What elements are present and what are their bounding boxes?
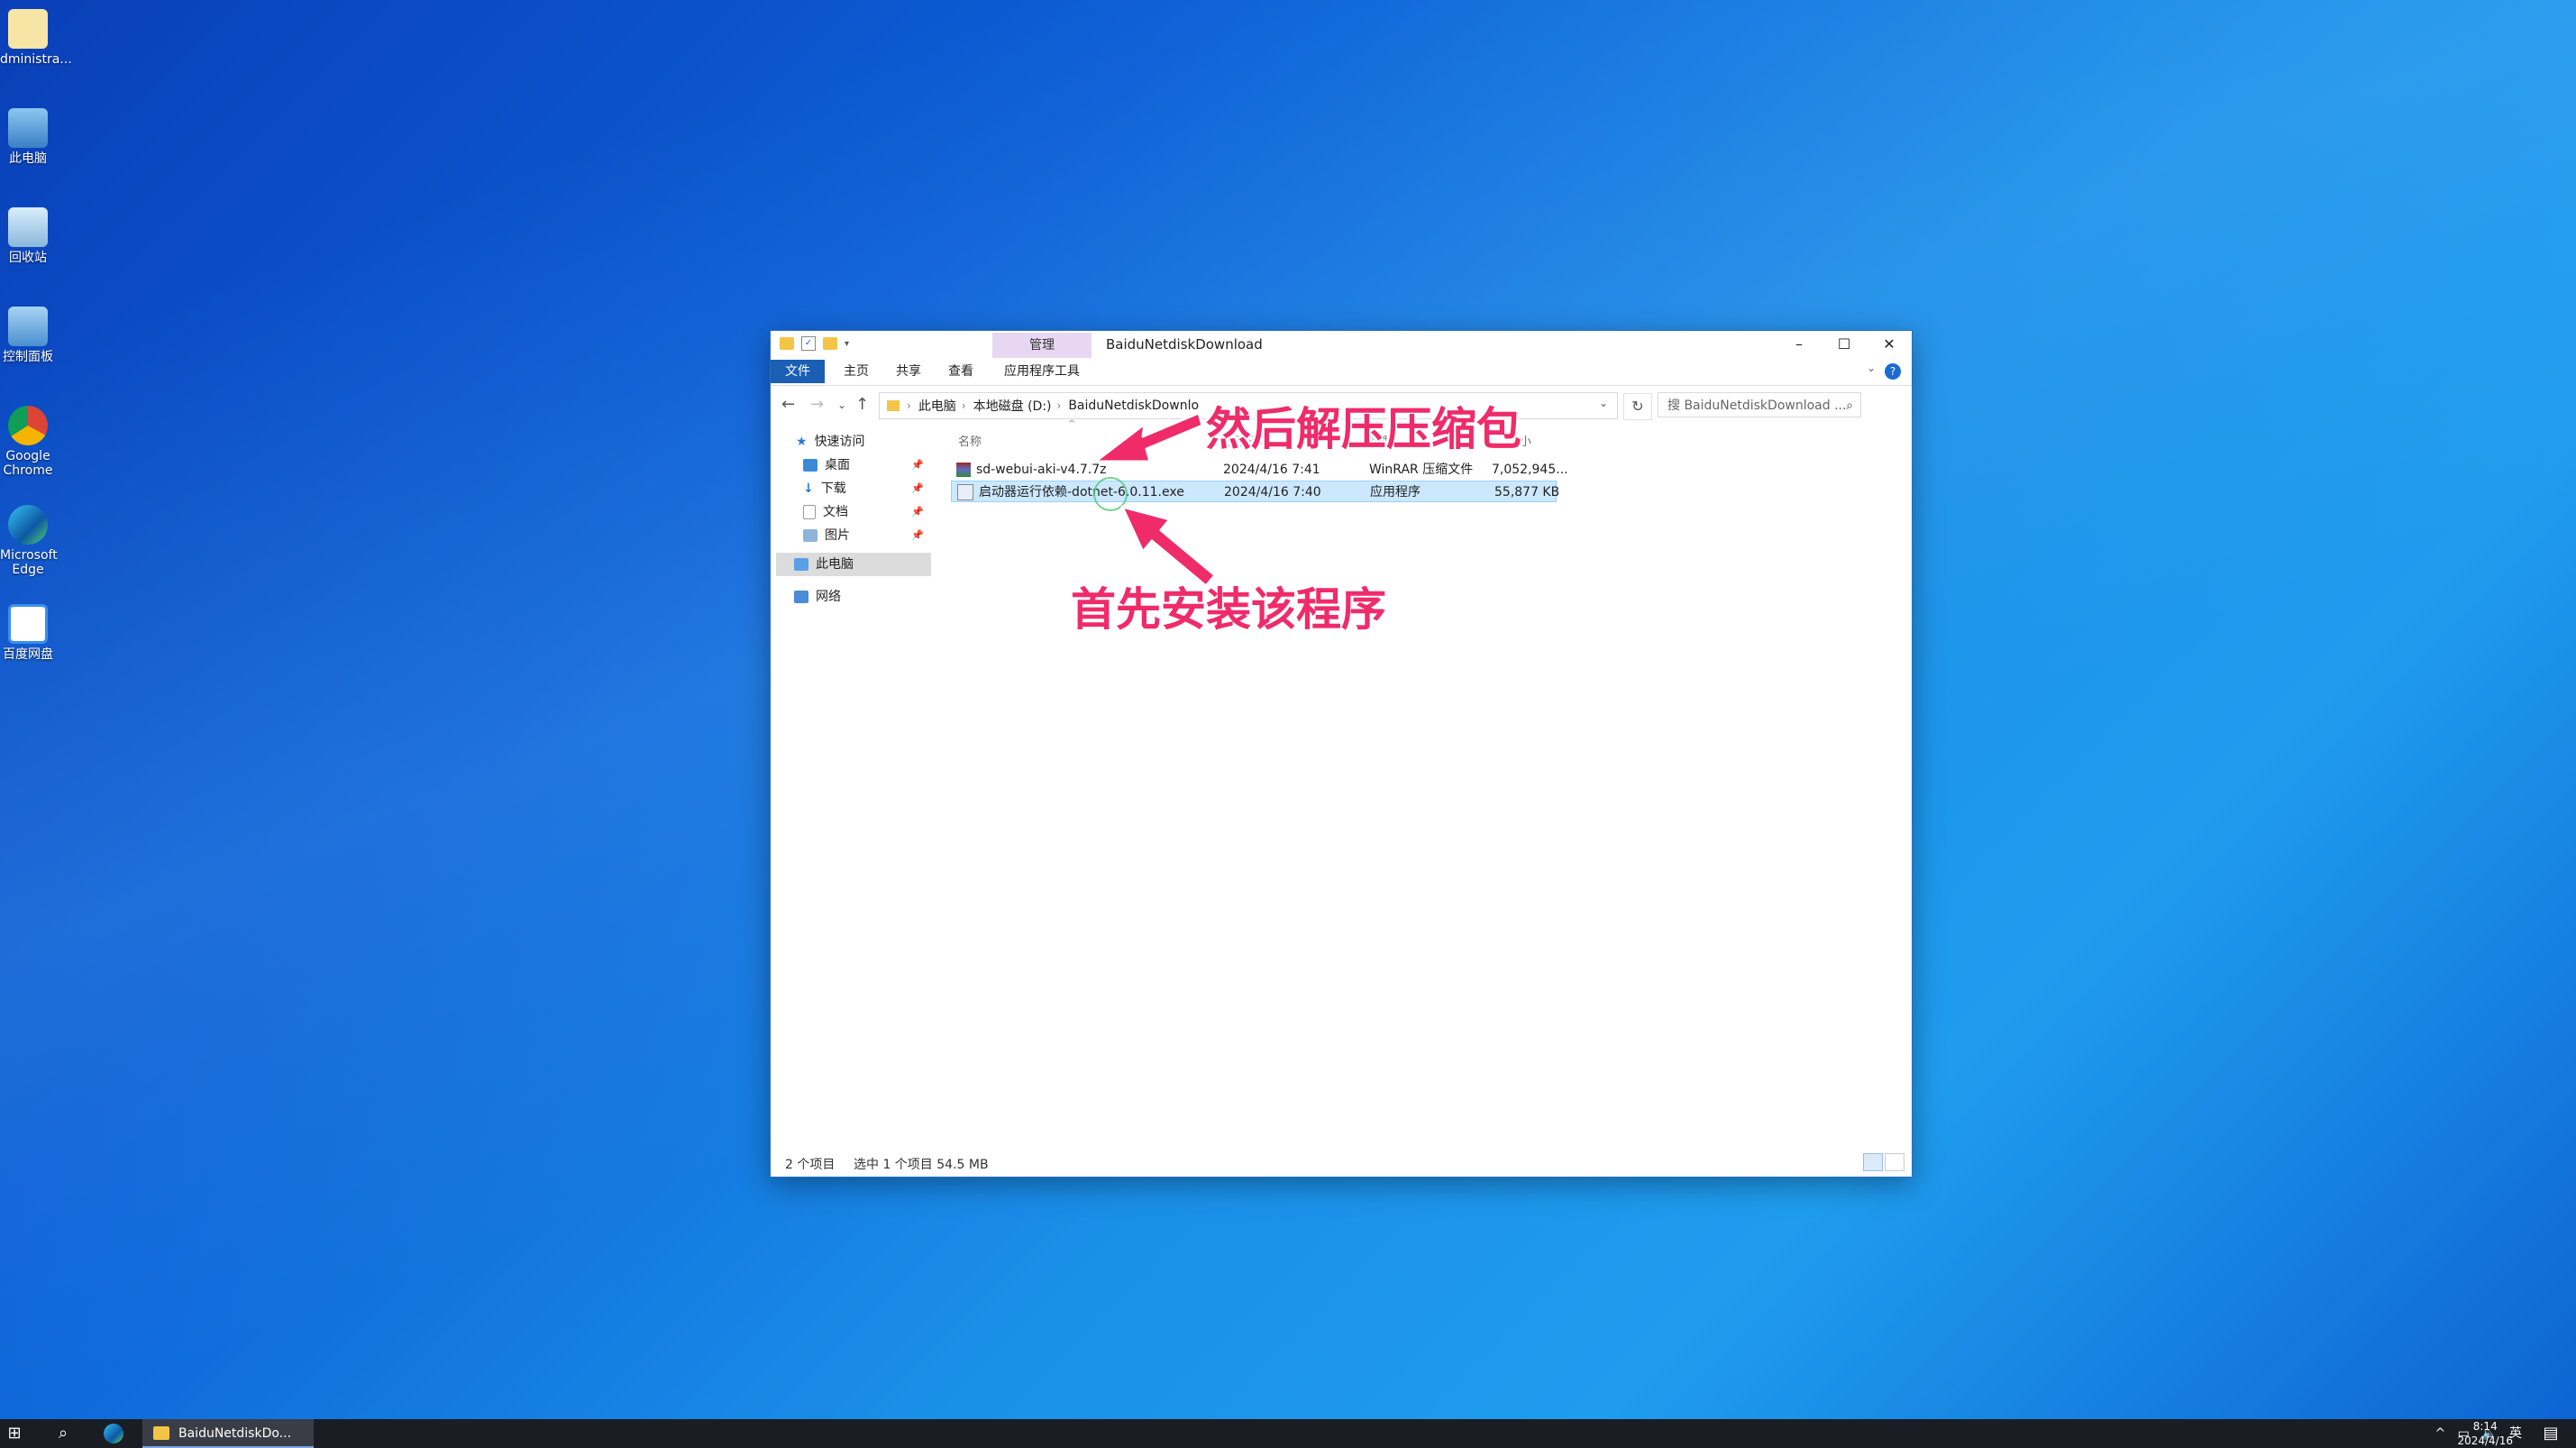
edge-icon (104, 1424, 123, 1443)
nav-documents[interactable]: 文档 📌 (803, 500, 929, 524)
folder-icon (887, 400, 900, 411)
nav-quick-access[interactable]: ★ 快速访问 (796, 430, 865, 454)
close-button[interactable]: ✕ (1867, 331, 1912, 358)
baidu-netdisk-icon (8, 604, 48, 644)
file-row[interactable]: sd-webui-aki-v4.7.7z 2024/4/16 7:41 WinR… (951, 459, 1568, 481)
chevron-right-icon: › (907, 399, 911, 412)
recycle-bin-icon (8, 207, 48, 247)
pin-icon: 📌 (911, 529, 924, 541)
control-panel-icon (8, 307, 48, 346)
tab-app-tools[interactable]: 应用程序工具 (992, 360, 1092, 383)
new-folder-icon[interactable] (823, 337, 837, 350)
help-icon[interactable]: ? (1885, 363, 1901, 380)
window-title: BaiduNetdiskDownload (1106, 336, 1263, 353)
desktop-icon-this-pc[interactable]: 此电脑 (0, 108, 56, 166)
show-hidden-icons-icon[interactable]: ^ (2435, 1426, 2446, 1441)
chevron-right-icon: › (1056, 399, 1062, 412)
large-icons-view-button[interactable] (1885, 1153, 1905, 1171)
chrome-icon (8, 406, 48, 445)
file-list: 名称 ^ 修改日期 类型 大小 sd-webui-aki-v4.7.7z 202… (942, 419, 1906, 1135)
desktop-icon-control-panel[interactable]: 控制面板 (0, 307, 56, 364)
tab-home[interactable]: 主页 (836, 360, 877, 383)
clock[interactable]: 8:14 2024/4/16 (2457, 1419, 2513, 1448)
back-arrow-icon[interactable]: ← (781, 395, 795, 414)
title-bar: ✓ ▾ 管理 BaiduNetdiskDownload – ☐ ✕ (771, 331, 1912, 358)
column-header-name[interactable]: 名称 (958, 432, 982, 449)
annotation-extract-archive: 然后解压压缩包 (1206, 403, 1521, 455)
folder-icon (780, 337, 794, 350)
pin-icon: 📌 (911, 482, 924, 494)
notification-icon[interactable]: ▤ (2533, 1419, 2569, 1448)
qat-dropdown-icon[interactable]: ▾ (845, 339, 849, 349)
desktop-icon-administrator[interactable]: dministra... (0, 9, 72, 67)
search-icon[interactable]: ⌕ (47, 1419, 79, 1448)
desktop-icon-baidu-netdisk[interactable]: 百度网盘 (0, 604, 56, 662)
click-indicator (1093, 477, 1128, 511)
minimize-button[interactable]: – (1777, 331, 1822, 358)
item-count: 2 个项目 (785, 1158, 836, 1172)
download-arrow-icon: ↓ (803, 481, 814, 496)
pin-icon: 📌 (911, 506, 924, 518)
recent-locations-icon[interactable]: ⌄ (837, 399, 846, 411)
maximize-button[interactable]: ☐ (1822, 331, 1867, 358)
nav-desktop[interactable]: 桌面 📌 (803, 454, 929, 477)
up-arrow-icon[interactable]: ↑ (855, 395, 869, 414)
taskbar-explorer-app[interactable]: BaiduNetdiskDo... (142, 1419, 314, 1448)
details-view-button[interactable] (1863, 1153, 1883, 1171)
desktop-icon (803, 459, 818, 472)
computer-icon (794, 558, 808, 571)
breadcrumb-drive-d[interactable]: 本地磁盘 (D:) (973, 397, 1052, 415)
nav-this-pc[interactable]: 此电脑 (776, 553, 931, 576)
ribbon-tabs: 文件 主页 共享 查看 应用程序工具 ⌄ ? (771, 358, 1912, 386)
exe-application-icon (957, 484, 973, 500)
edge-icon (8, 505, 48, 545)
properties-icon[interactable]: ✓ (801, 336, 816, 351)
quick-access-toolbar: ✓ ▾ (780, 336, 849, 351)
breadcrumb-this-pc[interactable]: 此电脑 (918, 397, 956, 415)
manage-context-tab[interactable]: 管理 (992, 333, 1092, 358)
computer-icon (8, 108, 48, 148)
desktop-icon-chrome[interactable]: Google Chrome (0, 406, 56, 478)
forward-arrow-icon[interactable]: → (810, 395, 824, 414)
nav-network[interactable]: 网络 (794, 585, 841, 609)
refresh-button[interactable]: ↻ (1623, 393, 1652, 420)
edge-taskbar-icon[interactable] (96, 1419, 132, 1448)
sort-ascending-icon: ^ (1068, 419, 1076, 429)
start-windows-icon[interactable]: ⊞ (0, 1419, 29, 1448)
tab-file[interactable]: 文件 (771, 360, 825, 383)
navigation-pane: ★ 快速访问 桌面 📌 ↓ 下载 📌 文档 📌 图片 📌 此电脑 网络 (771, 423, 931, 1135)
nav-downloads[interactable]: ↓ 下载 📌 (803, 477, 929, 500)
annotation-install-program: 首先安装该程序 (1071, 583, 1386, 636)
address-dropdown-icon[interactable]: ⌄ (1599, 397, 1608, 409)
pictures-icon (803, 529, 818, 542)
expand-ribbon-icon[interactable]: ⌄ (1867, 362, 1876, 374)
tab-share[interactable]: 共享 (888, 360, 929, 383)
selection-info: 选中 1 个项目 54.5 MB (854, 1158, 989, 1172)
folder-icon (8, 9, 48, 49)
document-icon (803, 505, 816, 519)
chevron-right-icon: › (961, 399, 966, 412)
folder-icon (153, 1426, 169, 1440)
desktop-icon-edge[interactable]: Microsoft Edge (0, 505, 58, 577)
winrar-archive-icon (956, 463, 971, 477)
search-input[interactable]: 搜 BaiduNetdiskDownload ... ⌕ (1658, 392, 1861, 417)
taskbar: ⊞ ⌕ BaiduNetdiskDo... ^ ▭ 🔈 英 8:14 2024/… (0, 1419, 2576, 1448)
status-bar: 2 个项目 选中 1 个项目 54.5 MB (771, 1150, 1912, 1177)
network-icon (794, 591, 808, 603)
file-row-selected[interactable]: 启动器运行依赖-dotnet-6.0.11.exe 2024/4/16 7:40… (951, 481, 1559, 502)
search-icon: ⌕ (1846, 399, 1853, 413)
tab-view[interactable]: 查看 (940, 360, 982, 383)
nav-pictures[interactable]: 图片 📌 (803, 524, 929, 547)
desktop-icon-recycle-bin[interactable]: 回收站 (0, 207, 56, 265)
breadcrumb-folder[interactable]: BaiduNetdiskDownlo (1068, 399, 1199, 413)
pin-icon: 📌 (911, 459, 924, 471)
star-icon: ★ (796, 435, 808, 449)
